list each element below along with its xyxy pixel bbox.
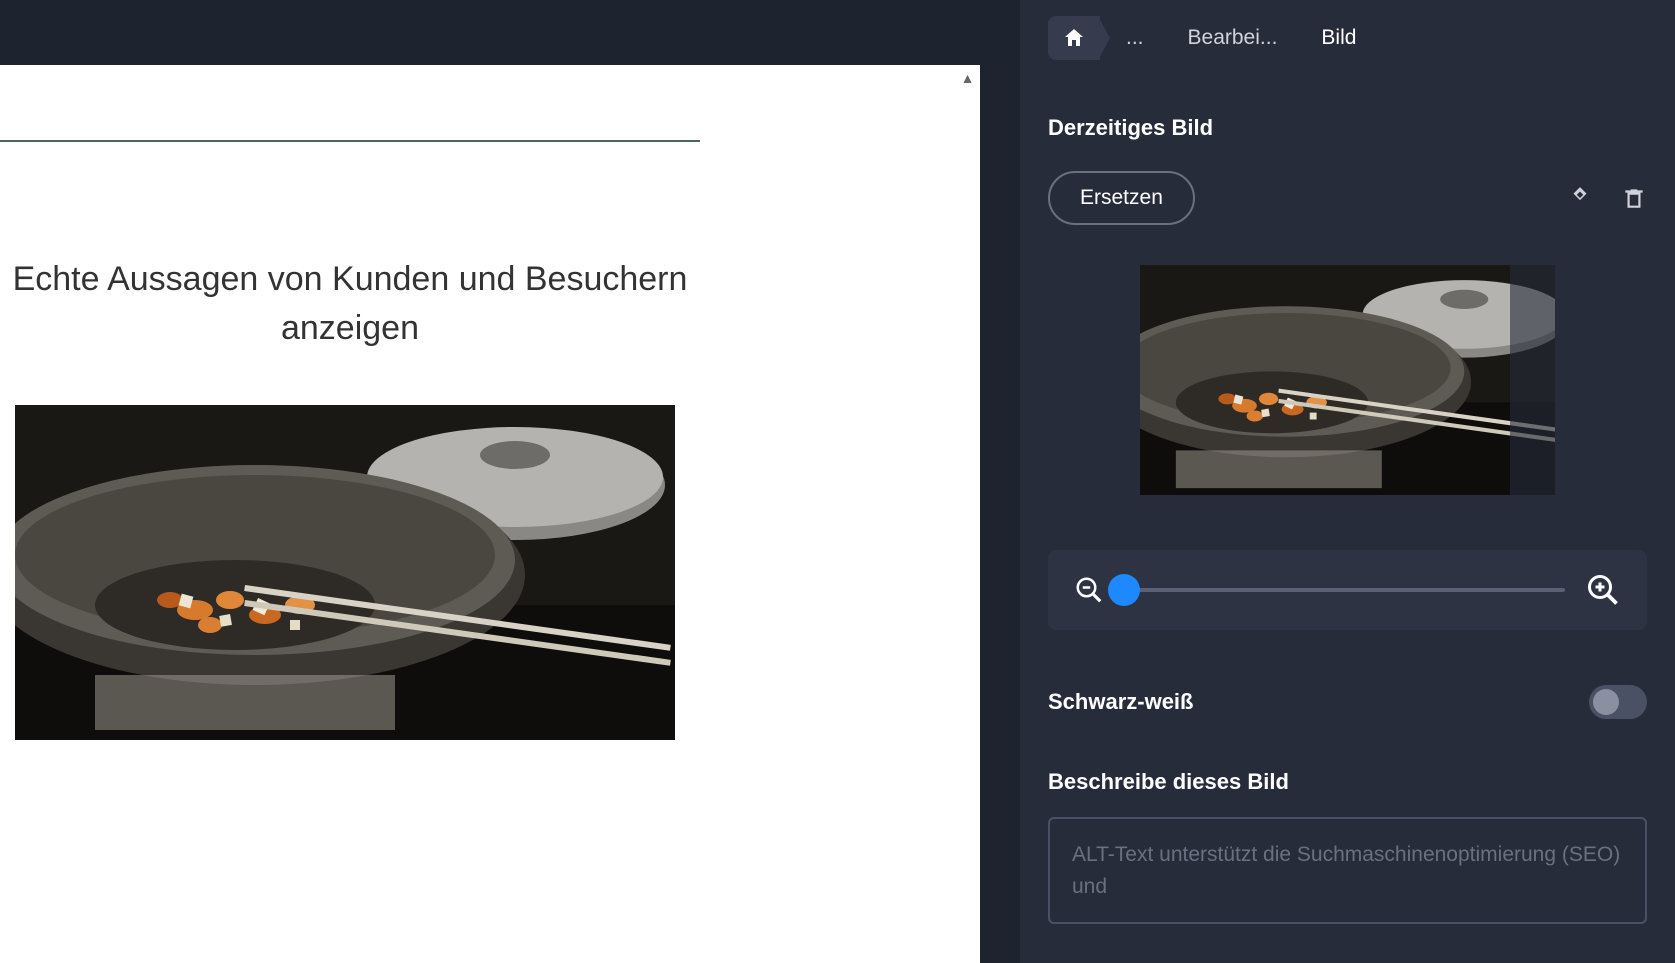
zoom-out-icon[interactable]: [1074, 575, 1104, 605]
bw-toggle-row: Schwarz-weiß: [1048, 685, 1647, 719]
breadcrumb-current: Bild: [1295, 16, 1374, 60]
zoom-slider[interactable]: [1124, 588, 1565, 592]
selected-image[interactable]: [15, 405, 675, 740]
describe-label: Beschreibe dieses Bild: [1048, 769, 1647, 795]
image-preview[interactable]: [1140, 265, 1555, 495]
action-icon-group: [1567, 185, 1647, 211]
scrollbar-up-arrow[interactable]: ▲: [955, 65, 980, 90]
bw-toggle[interactable]: [1589, 685, 1647, 719]
crop-overlay: [1510, 265, 1555, 495]
image-actions: Ersetzen: [1048, 171, 1647, 225]
zoom-in-icon[interactable]: [1585, 572, 1621, 608]
page-preview: ▲ Echte Aussagen von Kunden und Besucher…: [0, 65, 980, 963]
page-content: Echte Aussagen von Kunden und Besuchern …: [0, 140, 955, 963]
editor-canvas: ▲ Echte Aussagen von Kunden und Besucher…: [0, 0, 1020, 963]
wok-photo-thumb: [1140, 265, 1555, 495]
breadcrumb: ... Bearbei... Bild: [1048, 0, 1647, 75]
image-preview-wrap: [1048, 265, 1647, 495]
wok-photo: [15, 405, 675, 740]
breadcrumb-edit[interactable]: Bearbei...: [1162, 16, 1296, 60]
bw-label: Schwarz-weiß: [1048, 689, 1193, 715]
trash-icon[interactable]: [1621, 185, 1647, 211]
replace-button[interactable]: Ersetzen: [1048, 171, 1195, 225]
breadcrumb-home[interactable]: [1048, 16, 1100, 60]
current-image-label: Derzeitiges Bild: [1048, 115, 1647, 141]
properties-panel: ... Bearbei... Bild Derzeitiges Bild Ers…: [1020, 0, 1675, 963]
diamond-icon[interactable]: [1567, 185, 1593, 211]
alt-text-input[interactable]: ALT-Text unterstützt die Suchmaschinenop…: [1048, 817, 1647, 924]
toggle-knob: [1593, 689, 1619, 715]
section-heading[interactable]: Echte Aussagen von Kunden und Besuchern …: [0, 255, 700, 354]
section-divider: [0, 140, 700, 142]
zoom-control: [1048, 550, 1647, 630]
zoom-slider-handle[interactable]: [1108, 574, 1140, 606]
home-icon: [1062, 26, 1086, 50]
